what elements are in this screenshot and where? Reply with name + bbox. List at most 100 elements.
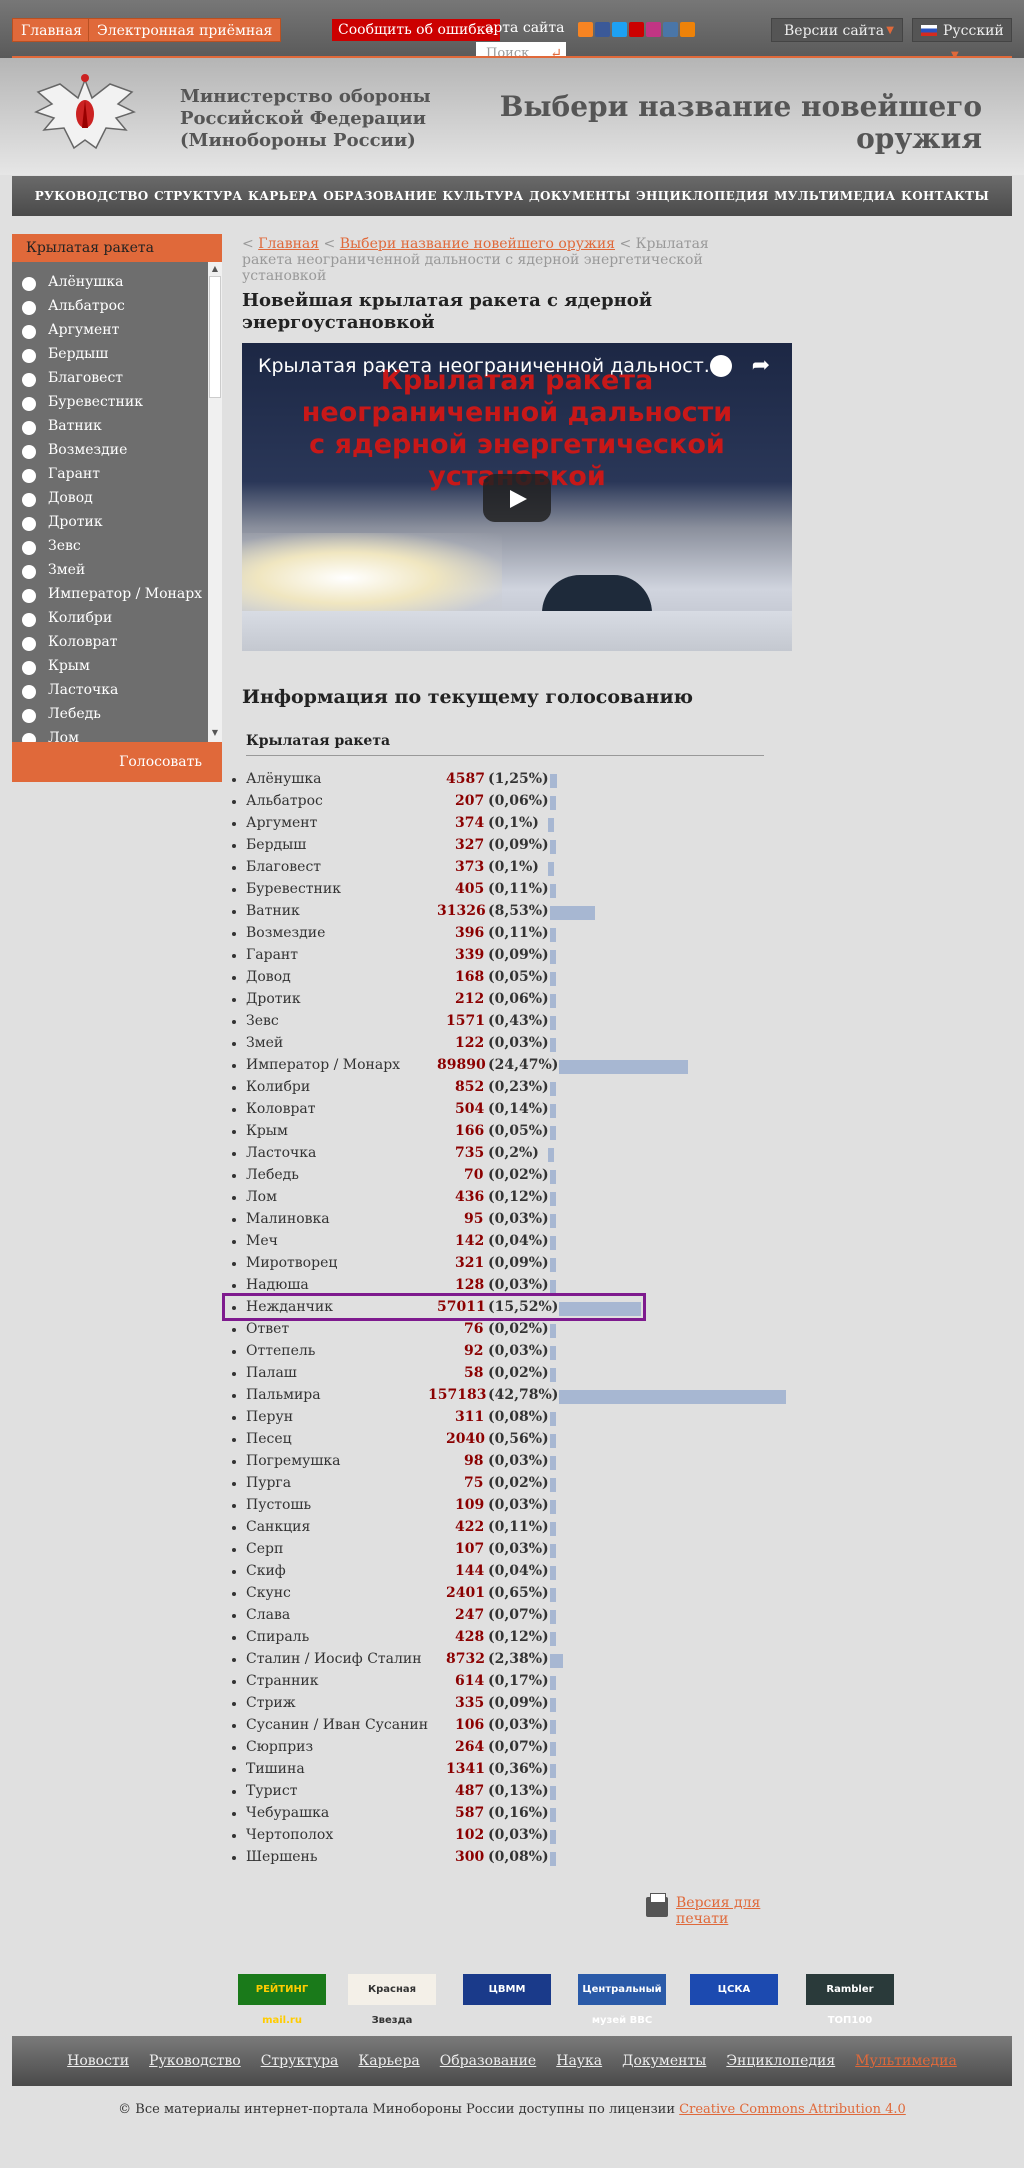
radio-button[interactable] [22,709,36,723]
vote-option[interactable]: Возмездие [12,438,202,462]
footer-nav-link[interactable]: Наука [556,2053,602,2069]
vote-percent: (0,11%) [488,881,549,897]
nav-item[interactable]: ОБРАЗОВАНИЕ [323,189,437,203]
radio-button[interactable] [22,685,36,699]
ministry-line-1: Министерство обороны [180,86,431,107]
vote-option[interactable]: Колибри [12,606,202,630]
vote-option[interactable]: Коловрат [12,630,202,654]
radio-button[interactable] [22,277,36,291]
radio-button[interactable] [22,421,36,435]
nav-item[interactable]: ЭНЦИКЛОПЕДИЯ [636,189,768,203]
nav-item[interactable]: КОНТАКТЫ [901,189,989,203]
vote-option[interactable]: Лебедь [12,702,202,726]
home-button[interactable]: Главная [12,18,91,42]
partner-banner[interactable]: ЦВММ [463,1974,551,2005]
partner-banner[interactable]: РЕЙТИНГ mail.ru [238,1974,326,2026]
instagram-icon[interactable] [646,22,661,37]
scroll-up-arrow-icon[interactable]: ▲ [208,264,222,276]
nav-item[interactable]: СТРУКТУРА [154,189,242,203]
radio-button[interactable] [22,589,36,603]
vote-option[interactable]: Алёнушка [12,270,202,294]
license-link[interactable]: Creative Commons Attribution 4.0 [679,2102,906,2117]
partner-banner[interactable]: ЦСКА [690,1974,778,2005]
language-dropdown[interactable]: Русский ▼ [912,18,1012,61]
vote-bar [550,1082,557,1096]
vote-button[interactable]: Голосовать [12,742,222,782]
video-player[interactable]: Крылатая ракета неограниченной дальности… [242,343,792,651]
play-button[interactable] [483,474,551,522]
watch-later-icon[interactable] [710,355,732,377]
vote-option[interactable]: Аргумент [12,318,202,342]
partner-banner[interactable]: Красная Звезда [348,1974,436,2026]
print-version-label[interactable]: Версия для печати [676,1895,786,1927]
radio-button[interactable] [22,517,36,531]
radio-button[interactable] [22,637,36,651]
sitemap-link[interactable]: арта сайта [485,20,564,36]
share-icon[interactable]: ➦ [752,353,770,378]
radio-button[interactable] [22,541,36,555]
vote-option[interactable]: Бердыш [12,342,202,366]
footer-nav-link[interactable]: Образование [440,2053,536,2069]
vote-option[interactable]: Ласточка [12,678,202,702]
youtube-icon[interactable] [629,22,644,37]
breadcrumb-home[interactable]: Главная [258,236,319,252]
footer-nav-link[interactable]: Энциклопедия [726,2053,835,2069]
radio-button[interactable] [22,349,36,363]
rss-icon[interactable] [578,22,593,37]
vote-option[interactable]: Буревестник [12,390,202,414]
vote-option[interactable]: Гарант [12,462,202,486]
footer-nav-link[interactable]: Документы [622,2053,706,2069]
radio-button[interactable] [22,493,36,507]
poll-option-name: Миротворец [246,1255,338,1271]
vote-option[interactable]: Ватник [12,414,202,438]
radio-button[interactable] [22,613,36,627]
partner-banner[interactable]: Rambler ТОП100 [806,1974,894,2026]
footer-nav-link[interactable]: Структура [261,2053,339,2069]
footer-nav-link[interactable]: Новости [67,2053,129,2069]
reception-button[interactable]: Электронная приёмная [88,18,282,42]
nav-item[interactable]: МУЛЬТИМЕДИА [774,189,895,203]
nav-item[interactable]: КАРЬЕРА [248,189,318,203]
vote-bar [550,1566,557,1580]
ministry-name[interactable]: Министерство обороны Российской Федераци… [180,86,440,152]
radio-button[interactable] [22,301,36,315]
scrollbar-thumb[interactable] [209,276,221,398]
facebook-icon[interactable] [595,22,610,37]
vote-option[interactable]: Благовест [12,366,202,390]
vote-option[interactable]: Змей [12,558,202,582]
radio-button[interactable] [22,325,36,339]
footer-nav-link[interactable]: Карьера [358,2053,419,2069]
footer-nav-link[interactable]: Руководство [149,2053,241,2069]
site-versions-dropdown[interactable]: Версии сайта ▼ [771,18,903,42]
vote-option[interactable]: Альбатрос [12,294,202,318]
radio-button[interactable] [22,733,36,742]
video-title[interactable]: Крылатая ракета неограниченной дальност.… [258,355,708,377]
scroll-down-arrow-icon[interactable]: ▼ [208,728,222,740]
partner-banner[interactable]: Центральный музей ВВС [578,1974,666,2026]
poll-row: Колибри 852 (0,23%) [232,1077,792,1099]
vote-option[interactable]: Зевс [12,534,202,558]
scrollbar[interactable]: ▲ ▼ [208,262,222,742]
nav-item[interactable]: КУЛЬТУРА [442,189,523,203]
vote-option[interactable]: Император / Монарх [12,582,202,606]
twitter-icon[interactable] [612,22,627,37]
radio-button[interactable] [22,397,36,411]
breadcrumb-section[interactable]: Выбери название новейшего оружия [340,236,615,252]
odnoklassniki-icon[interactable] [680,22,695,37]
report-error-button[interactable]: Сообщить об ошибке [332,19,500,41]
vote-option[interactable]: Крым [12,654,202,678]
nav-item[interactable]: ДОКУМЕНТЫ [529,189,631,203]
vote-option[interactable]: Лом [12,726,202,742]
radio-button[interactable] [22,373,36,387]
footer-nav-link[interactable]: Мультимедиа [855,2053,957,2069]
radio-button[interactable] [22,565,36,579]
double-headed-eagle-logo[interactable] [30,70,140,162]
radio-button[interactable] [22,469,36,483]
bullet [232,1284,236,1288]
vote-option[interactable]: Дротик [12,510,202,534]
radio-button[interactable] [22,445,36,459]
nav-item[interactable]: РУКОВОДСТВО [35,189,149,203]
vote-option[interactable]: Довод [12,486,202,510]
radio-button[interactable] [22,661,36,675]
vk-icon[interactable] [663,22,678,37]
